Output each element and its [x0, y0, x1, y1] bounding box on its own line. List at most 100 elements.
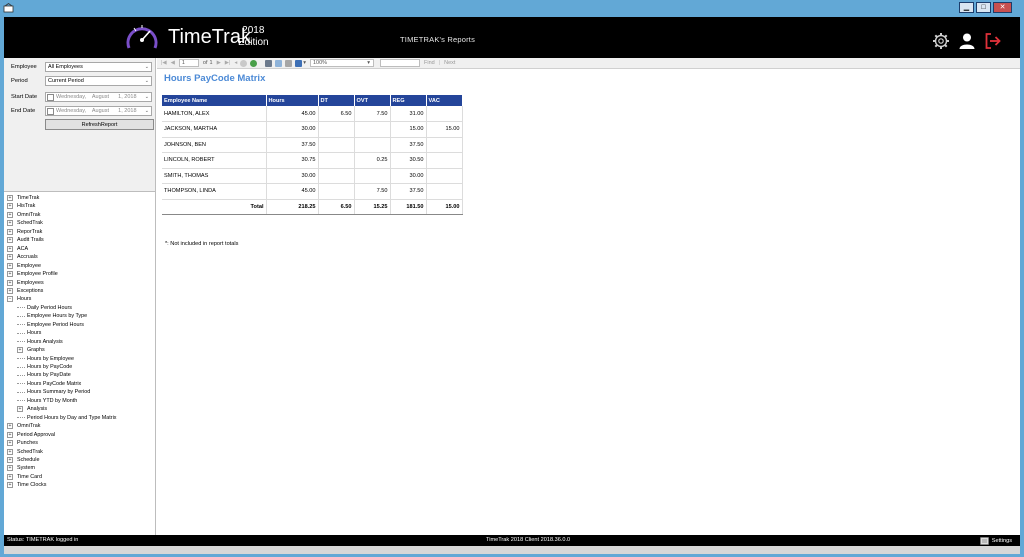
- employee-select[interactable]: All Employees ⌄: [45, 62, 152, 72]
- expand-icon[interactable]: +: [7, 195, 13, 201]
- print-layout-icon[interactable]: [275, 59, 283, 67]
- tree-item-system[interactable]: + System: [7, 464, 35, 472]
- tree-item-schedtrak[interactable]: + SchedTrak: [7, 219, 43, 227]
- tree-item-reportrak[interactable]: + ReporTrak: [7, 228, 42, 236]
- tree-connector: [17, 366, 25, 368]
- print-icon[interactable]: [265, 59, 273, 67]
- tree-item-label: SchedTrak: [17, 448, 43, 455]
- tree-item-analysis[interactable]: + Analysis: [17, 405, 47, 413]
- tree-item-employee-hours-by-type[interactable]: Employee Hours by Type: [17, 312, 87, 320]
- tree-item-hours-by-employee[interactable]: Hours by Employee: [17, 355, 74, 363]
- tree-item-period-approval[interactable]: + Period Approval: [7, 431, 55, 439]
- gear-icon[interactable]: [932, 32, 950, 50]
- tree-item-label: Hours by PayCode: [27, 364, 73, 370]
- hours-cell: 30.50: [390, 152, 427, 169]
- tree-item-aca[interactable]: + ACA: [7, 245, 28, 253]
- settings-link[interactable]: Settings: [979, 537, 1012, 545]
- expand-icon[interactable]: +: [7, 211, 13, 218]
- expand-icon[interactable]: +: [7, 245, 13, 252]
- expand-icon[interactable]: +: [17, 406, 23, 413]
- tree-item-time-clocks[interactable]: + Time Clocks: [7, 481, 46, 489]
- expand-icon[interactable]: +: [7, 262, 13, 269]
- zoom-select[interactable]: 100% ▾: [310, 59, 374, 67]
- collapse-icon[interactable]: −: [7, 296, 13, 303]
- tree-item-timetrak[interactable]: + TimeTrak: [7, 194, 39, 202]
- tree-item-accruals[interactable]: + Accruals: [7, 253, 38, 261]
- expand-icon[interactable]: +: [7, 473, 13, 480]
- expand-icon[interactable]: +: [7, 431, 13, 438]
- expand-icon[interactable]: +: [7, 448, 13, 455]
- tree-item-hours[interactable]: − Hours: [7, 295, 31, 303]
- expand-icon[interactable]: +: [7, 482, 13, 489]
- tree-item-punches[interactable]: + Punches: [7, 439, 38, 447]
- back-icon[interactable]: ◂: [234, 60, 237, 66]
- start-date-checkbox[interactable]: [47, 93, 54, 101]
- tree-item-schedtrak[interactable]: + SchedTrak: [7, 448, 43, 456]
- tree-item-graphs[interactable]: + Graphs: [17, 346, 45, 354]
- expand-icon[interactable]: +: [7, 287, 13, 294]
- end-date-checkbox[interactable]: [47, 107, 54, 115]
- expand-icon[interactable]: +: [7, 440, 13, 447]
- refresh-icon[interactable]: [250, 59, 258, 67]
- export-dropdown-icon[interactable]: ▾: [303, 60, 306, 66]
- tree-item-omnitrak[interactable]: + OmniTrak: [7, 211, 40, 219]
- tree-item-label: Exceptions: [17, 287, 44, 294]
- expand-icon[interactable]: +: [7, 423, 13, 430]
- expand-icon[interactable]: +: [7, 279, 13, 286]
- maximize-button[interactable]: □: [976, 2, 991, 13]
- period-select[interactable]: Current Period ⌄: [45, 76, 152, 86]
- expand-icon[interactable]: +: [7, 237, 13, 244]
- tree-item-time-card[interactable]: + Time Card: [7, 473, 42, 481]
- tree-item-hours-analysis[interactable]: Hours Analysis: [17, 338, 63, 346]
- prev-page-icon[interactable]: ◀: [171, 60, 175, 66]
- expand-icon[interactable]: +: [7, 465, 13, 472]
- start-date-picker[interactable]: Wednesday, August 1, 2018 ⌄: [45, 92, 152, 102]
- tree-item-hours-paycode-matrix[interactable]: Hours PayCode Matrix: [17, 380, 81, 388]
- tree-item-exceptions[interactable]: + Exceptions: [7, 287, 43, 295]
- tree-item-audit-trails[interactable]: + Audit Trails: [7, 236, 44, 244]
- next-page-icon[interactable]: ▶: [217, 60, 221, 66]
- find-input[interactable]: [380, 59, 420, 67]
- end-date-picker[interactable]: Wednesday, August 1, 2018 ⌄: [45, 106, 152, 116]
- find-next-button[interactable]: Next: [444, 60, 455, 66]
- minimize-button[interactable]: ▁: [959, 2, 974, 13]
- expand-icon[interactable]: +: [7, 254, 13, 261]
- tree-item-employee-profile[interactable]: + Employee Profile: [7, 270, 58, 278]
- tree-item-hours[interactable]: Hours: [17, 329, 41, 337]
- last-page-icon[interactable]: ▶|: [225, 60, 231, 66]
- total-row: Total 218.25 6.50 15.25 181.50 15.00: [162, 199, 463, 215]
- tree-item-hours-by-paycode[interactable]: Hours by PayCode: [17, 363, 72, 371]
- tree-item-daily-period-hours[interactable]: Daily Period Hours: [17, 304, 72, 312]
- expand-icon[interactable]: +: [7, 220, 13, 227]
- expand-icon[interactable]: +: [7, 456, 13, 463]
- hours-cell: 37.50: [266, 137, 319, 153]
- page-number-input[interactable]: 1: [178, 59, 199, 67]
- expand-icon[interactable]: +: [7, 228, 13, 235]
- refresh-report-button[interactable]: RefreshReport: [45, 119, 154, 130]
- tree-item-hours-summary-by-period[interactable]: Hours Summary by Period: [17, 388, 90, 396]
- tree-item-employee[interactable]: + Employee: [7, 262, 41, 270]
- tree-item-label: Employee Period Hours: [27, 321, 84, 328]
- expand-icon[interactable]: +: [7, 203, 13, 210]
- first-page-icon[interactable]: |◀: [161, 60, 167, 66]
- report-title: Hours PayCode Matrix: [164, 73, 266, 84]
- logo-edition-text: Edition: [238, 37, 269, 48]
- page-setup-icon[interactable]: [285, 59, 293, 67]
- tree-item-histrak[interactable]: + HisTrak: [7, 202, 35, 210]
- export-icon[interactable]: [295, 59, 303, 67]
- logout-icon[interactable]: [984, 32, 1002, 50]
- expand-icon[interactable]: +: [7, 271, 13, 278]
- tree-item-schedule[interactable]: + Schedule: [7, 456, 39, 464]
- tree-item-period-hours-by-day-and-type-matrix[interactable]: Period Hours by Day and Type Matrix: [17, 414, 117, 422]
- user-icon[interactable]: [958, 32, 976, 50]
- close-button[interactable]: ✕: [993, 2, 1012, 13]
- expand-icon[interactable]: +: [17, 347, 23, 354]
- stop-icon[interactable]: [240, 59, 248, 67]
- tree-item-hours-ytd-by-month[interactable]: Hours YTD by Month: [17, 397, 77, 405]
- tree-item-omnitrak[interactable]: + OmniTrak: [7, 422, 40, 430]
- find-button[interactable]: Find: [424, 60, 435, 66]
- tree-connector: [17, 400, 25, 402]
- tree-item-employee-period-hours[interactable]: Employee Period Hours: [17, 321, 84, 329]
- tree-item-employees[interactable]: + Employees: [7, 279, 44, 287]
- tree-item-hours-by-paydate[interactable]: Hours by PayDate: [17, 371, 71, 379]
